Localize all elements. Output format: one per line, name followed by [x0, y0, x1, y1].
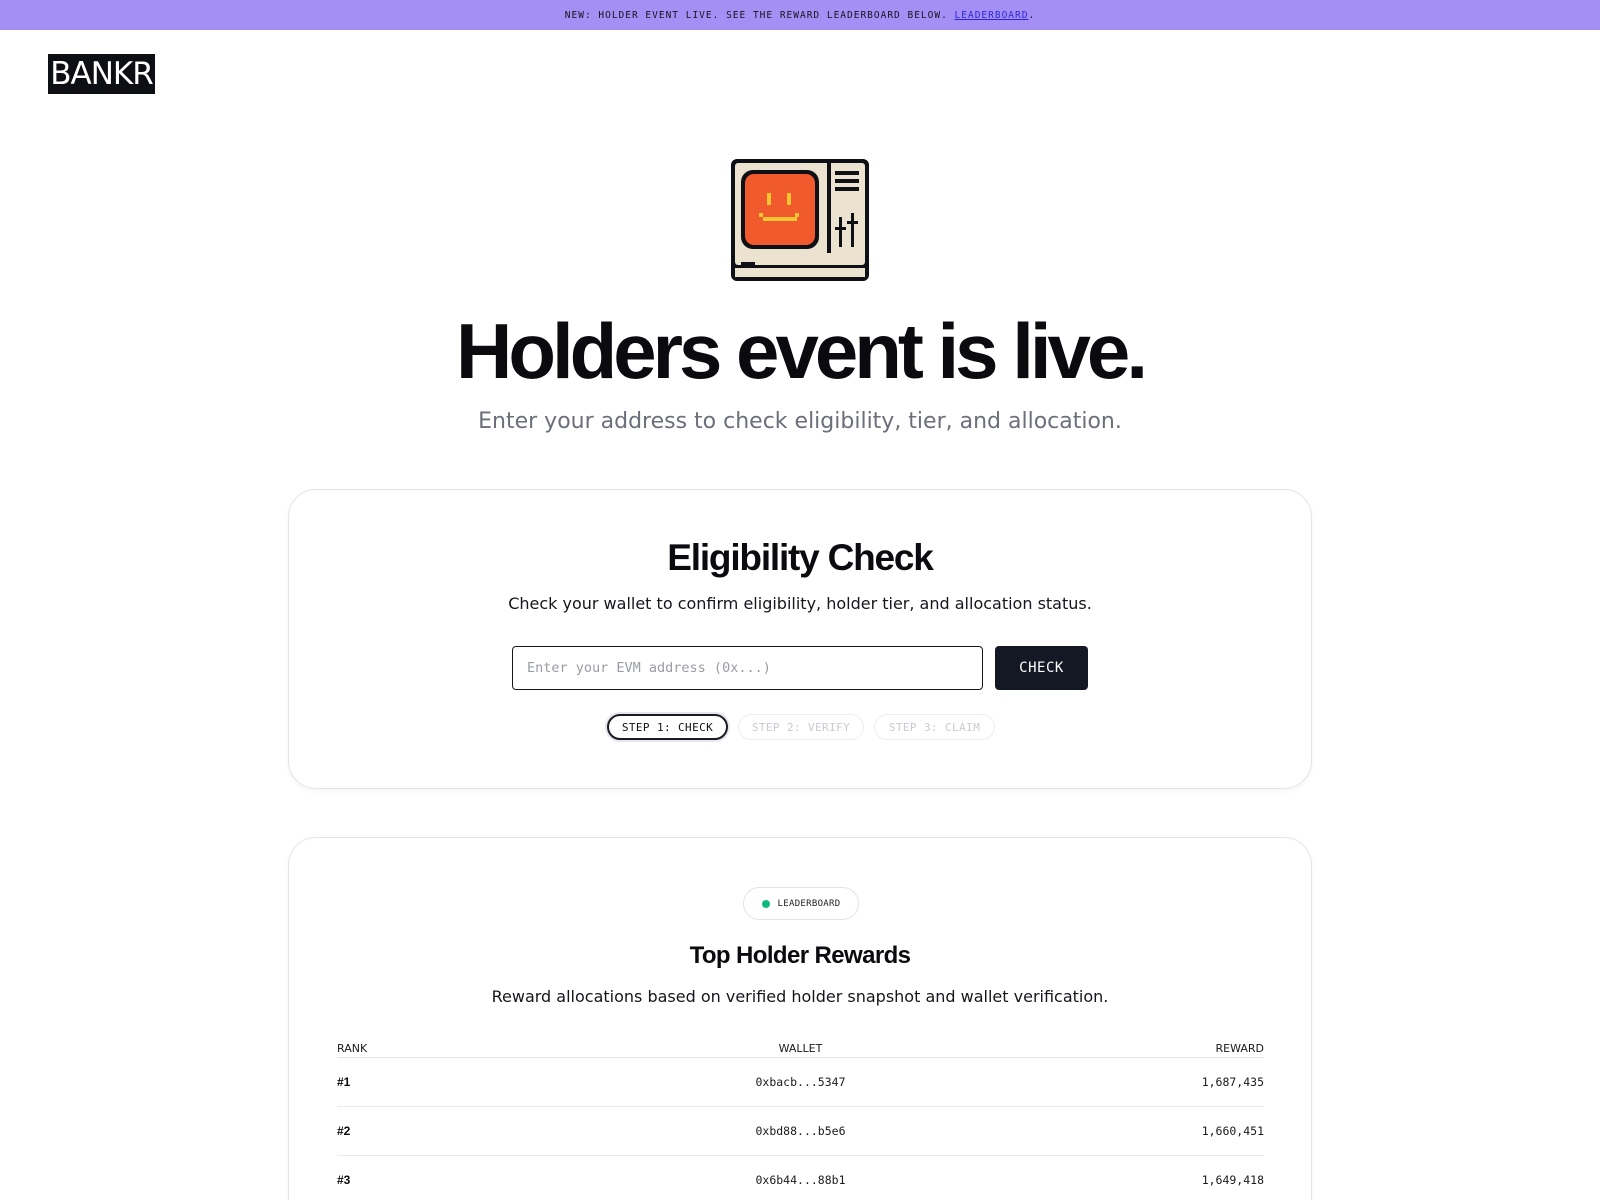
reward-cell: 1,649,418 [1201, 1173, 1264, 1187]
step-claim: STEP 3: CLAIM [874, 714, 995, 740]
table-row: #1 0xbacb...5347 1,687,435 [337, 1058, 1264, 1107]
eligibility-card: Eligibility Check Check your wallet to c… [288, 489, 1312, 789]
page-title: Holders event is live. [455, 307, 1148, 395]
step-check: STEP 1: CHECK [607, 714, 728, 740]
column-header-reward: REWARD [1215, 1042, 1264, 1055]
wallet-cell: 0xbd88...b5e6 [755, 1124, 846, 1138]
banner-text: NEW: HOLDER EVENT LIVE. SEE THE REWARD L… [564, 9, 948, 21]
banner-leaderboard-link[interactable]: LEADERBOARD [955, 10, 1029, 21]
table-row: #2 0xbd88...b5e6 1,660,451 [337, 1107, 1264, 1156]
leaderboard-badge-label: LEADERBOARD [777, 898, 841, 909]
table-row: #3 0x6b44...88b1 1,649,418 [337, 1156, 1264, 1200]
retro-computer-smiley-icon [731, 159, 869, 281]
check-button[interactable]: CHECK [995, 646, 1088, 690]
leaderboard-table: RANK WALLET REWARD #1 0xbacb...5347 1,68… [337, 1039, 1264, 1200]
rank-cell: #1 [337, 1075, 351, 1089]
table-header: RANK WALLET REWARD [337, 1039, 1264, 1058]
bankr-logo[interactable]: BANKR [48, 54, 155, 94]
leaderboard-badge: LEADERBOARD [743, 887, 859, 920]
leaderboard-title: Top Holder Rewards [689, 942, 911, 969]
column-header-wallet: WALLET [778, 1042, 823, 1055]
wallet-cell: 0xbacb...5347 [755, 1075, 846, 1089]
reward-cell: 1,687,435 [1201, 1075, 1264, 1089]
leaderboard-description: Reward allocations based on verified hol… [491, 987, 1109, 1006]
status-dot-icon [761, 899, 770, 908]
announcement-banner: NEW: HOLDER EVENT LIVE. SEE THE REWARD L… [0, 0, 1600, 30]
banner-period: . [1028, 9, 1036, 21]
eligibility-description: Check your wallet to confirm eligibility… [508, 594, 1092, 613]
evm-address-input[interactable] [512, 646, 983, 690]
rank-cell: #2 [337, 1124, 351, 1138]
rank-cell: #3 [337, 1173, 351, 1187]
column-header-rank: RANK [337, 1042, 368, 1055]
page-subtitle: Enter your address to check eligibility,… [478, 409, 1122, 434]
leaderboard-card: LEADERBOARD Top Holder Rewards Reward al… [288, 837, 1312, 1200]
step-verify: STEP 2: VERIFY [738, 714, 864, 740]
eligibility-title: Eligibility Check [667, 537, 934, 578]
wallet-cell: 0x6b44...88b1 [755, 1173, 846, 1187]
reward-cell: 1,660,451 [1201, 1124, 1264, 1138]
